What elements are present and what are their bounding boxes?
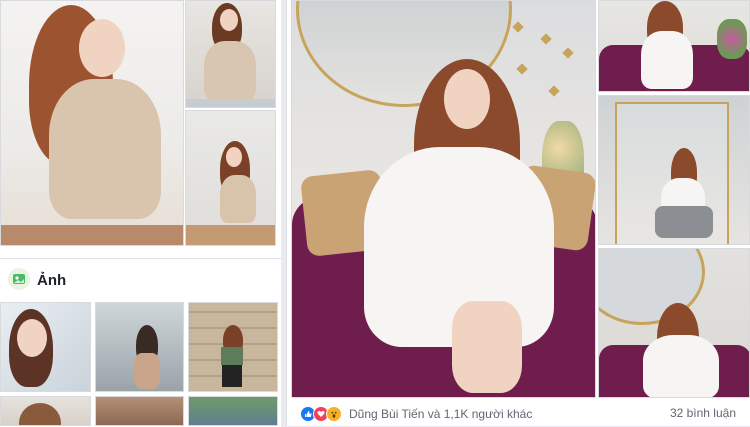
photo-grid-item[interactable] [188, 396, 278, 426]
post-photo-thumb-2[interactable] [598, 95, 750, 245]
profile-photo-large[interactable] [0, 0, 184, 246]
comments-count[interactable]: 32 bình luận [670, 406, 736, 420]
reactions-summary[interactable]: Dũng Bùi Tiến và 1,1K người khác [300, 404, 532, 424]
photo-grid-item[interactable] [0, 396, 91, 426]
photos-section-title[interactable]: Ảnh [37, 272, 66, 289]
wow-icon [326, 406, 342, 422]
photo-grid-item[interactable] [95, 302, 184, 392]
profile-photo-small-bottom[interactable] [185, 110, 276, 246]
post-photo-main[interactable] [291, 0, 596, 398]
photo-grid-item[interactable] [188, 302, 278, 392]
post-photo-thumb-3[interactable] [598, 248, 750, 398]
photos-icon [8, 268, 30, 290]
profile-photo-small-top[interactable] [185, 0, 276, 108]
post-photo-thumb-1[interactable] [598, 0, 750, 92]
photo-grid-item[interactable] [95, 396, 184, 426]
photo-grid-item[interactable] [0, 302, 91, 392]
reactions-text[interactable]: Dũng Bùi Tiến và 1,1K người khác [349, 407, 532, 421]
